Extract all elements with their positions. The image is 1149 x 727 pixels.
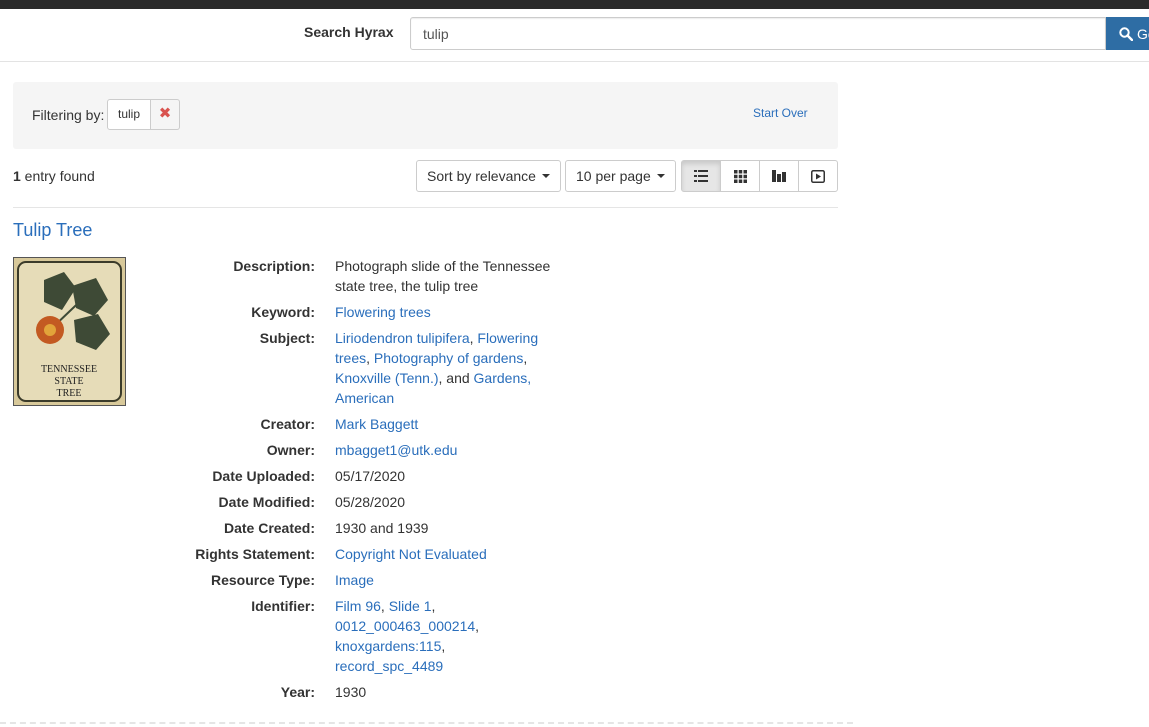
subject-link[interactable]: Knoxville (Tenn.) xyxy=(335,370,439,386)
search-icon xyxy=(1119,26,1133,41)
subject-link[interactable]: Liriodendron tulipifera xyxy=(335,330,470,346)
identifier-link[interactable]: 0012_000463_000214 xyxy=(335,618,475,634)
entry-count-number: 1 xyxy=(13,168,21,184)
resource-type-link[interactable]: Image xyxy=(335,572,374,588)
search-bar: Search Hyrax Go xyxy=(0,9,1149,62)
svg-text:TREE: TREE xyxy=(57,388,82,399)
identifier-link[interactable]: Slide 1 xyxy=(389,598,432,614)
meta-value-description: Photograph slide of the Tennessee state … xyxy=(335,258,551,294)
meta-value-date-modified: 05/28/2020 xyxy=(335,494,406,510)
owner-link[interactable]: mbagget1@utk.edu xyxy=(335,442,457,458)
result-title-link[interactable]: Tulip Tree xyxy=(13,220,92,241)
rights-link[interactable]: Copyright Not Evaluated xyxy=(335,546,487,562)
chevron-down-icon xyxy=(541,174,550,178)
identifier-link[interactable]: Film 96 xyxy=(335,598,381,614)
meta-key: Keyword: xyxy=(251,304,315,320)
sort-label: Sort by relevance xyxy=(427,168,536,184)
gallery-view-button[interactable] xyxy=(720,160,760,192)
masonry-icon xyxy=(772,170,786,182)
search-input[interactable] xyxy=(410,17,1106,50)
search-label: Search Hyrax xyxy=(304,24,394,40)
filter-value: tulip xyxy=(107,99,151,130)
svg-text:STATE: STATE xyxy=(54,376,83,387)
meta-value-date-created: 1930 and 1939 xyxy=(335,520,429,536)
chevron-down-icon xyxy=(656,174,665,178)
masonry-view-button[interactable] xyxy=(759,160,799,192)
tulip-tree-thumbnail-image: TENNESSEE STATE TREE xyxy=(17,261,122,402)
meta-key: Date Uploaded: xyxy=(212,468,315,484)
meta-key: Date Modified: xyxy=(218,494,315,510)
constraints-panel: Filtering by: tulip ✖ Start Over xyxy=(13,82,838,149)
list-icon xyxy=(694,170,708,182)
meta-key: Year: xyxy=(280,684,315,700)
meta-key: Creator: xyxy=(260,416,315,432)
view-type-group xyxy=(681,160,838,192)
gallery-icon xyxy=(733,169,747,183)
slideshow-icon xyxy=(811,169,825,183)
top-navbar xyxy=(0,0,1149,9)
per-page-dropdown[interactable]: 10 per page xyxy=(565,160,676,192)
entry-count-text: entry found xyxy=(20,168,95,184)
keyword-link[interactable]: Flowering trees xyxy=(335,304,431,320)
meta-key: Owner: xyxy=(266,442,315,458)
list-view-button[interactable] xyxy=(681,160,721,192)
sort-dropdown[interactable]: Sort by relevance xyxy=(416,160,561,192)
meta-key: Subject: xyxy=(259,330,315,346)
per-page-label: 10 per page xyxy=(576,168,651,184)
meta-key: Identifier: xyxy=(251,598,315,614)
filter-chip: tulip ✖ xyxy=(107,99,180,130)
meta-value-date-uploaded: 05/17/2020 xyxy=(335,468,406,484)
identifier-link[interactable]: record_spc_4489 xyxy=(335,658,443,674)
result-thumbnail[interactable]: TENNESSEE STATE TREE xyxy=(13,257,126,406)
meta-key: Description: xyxy=(233,258,315,274)
meta-key: Date Created: xyxy=(223,520,315,536)
remove-filter-icon[interactable]: ✖ xyxy=(151,99,180,130)
meta-value-year: 1930 xyxy=(335,684,367,700)
slideshow-view-button[interactable] xyxy=(798,160,838,192)
meta-key: Rights Statement: xyxy=(195,546,315,562)
search-go-button[interactable]: Go xyxy=(1106,17,1149,50)
search-go-label: Go xyxy=(1137,25,1149,42)
entry-count: 1 entry found xyxy=(13,168,95,184)
creator-link[interactable]: Mark Baggett xyxy=(335,416,418,432)
filter-label: Filtering by: xyxy=(32,107,105,123)
start-over-link[interactable]: Start Over xyxy=(753,106,808,120)
meta-value-subject: Liriodendron tulipifera, Flowering trees… xyxy=(335,330,539,406)
subject-link[interactable]: Photography of gardens xyxy=(374,350,523,366)
identifier-link[interactable]: knoxgardens:115 xyxy=(335,638,441,654)
result-divider xyxy=(0,722,853,724)
results-toolbar: 1 entry found Sort by relevance 10 per p… xyxy=(13,158,838,208)
svg-text:TENNESSEE: TENNESSEE xyxy=(41,364,97,375)
meta-value-identifier: Film 96, Slide 1, 0012_000463_000214, knox… xyxy=(335,598,480,674)
meta-key: Resource Type: xyxy=(211,572,315,588)
